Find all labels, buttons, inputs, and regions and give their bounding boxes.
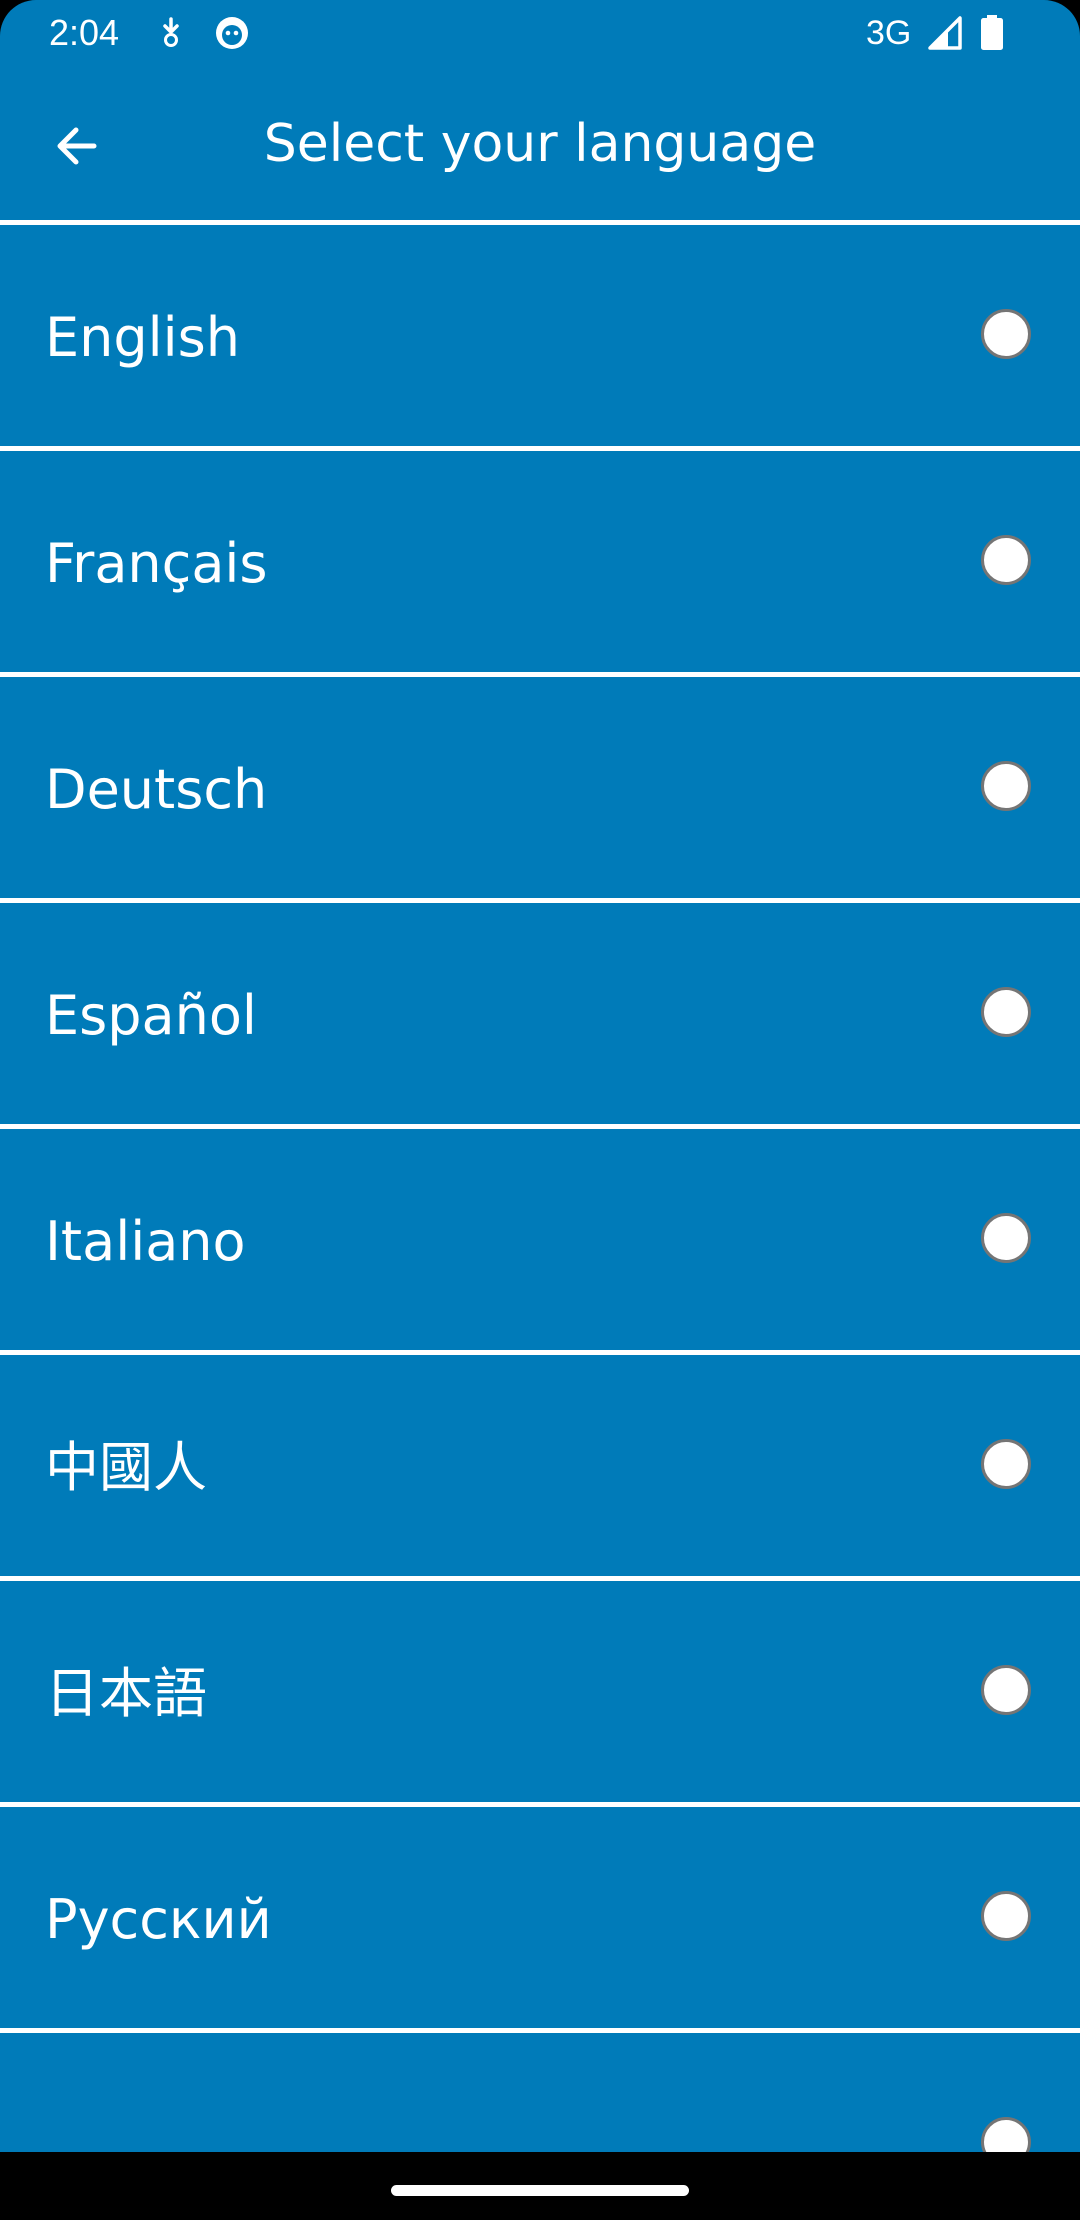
radio-button[interactable] (981, 1891, 1031, 1941)
language-label: English (45, 306, 240, 369)
language-option-deutsch[interactable]: Deutsch (0, 677, 1080, 903)
language-option-russian[interactable]: Русский (0, 1807, 1080, 2033)
navigation-bar (0, 2152, 1080, 2220)
network-type: 3G (866, 14, 912, 52)
language-label: Italiano (45, 1210, 246, 1273)
language-label: 中國人 (45, 1436, 207, 1499)
language-option-japanese[interactable]: 日本語 (0, 1581, 1080, 1807)
language-option-chinese[interactable]: 中國人 (0, 1355, 1080, 1581)
battery-icon (980, 14, 1004, 52)
radio-button[interactable] (981, 761, 1031, 811)
face-notification-icon (212, 14, 252, 52)
language-label: Deutsch (45, 758, 268, 821)
language-label: Français (45, 532, 268, 595)
radio-button[interactable] (981, 309, 1031, 359)
language-label: 日本語 (45, 1662, 207, 1725)
status-time: 2:04 (49, 12, 120, 53)
language-option-italiano[interactable]: Italiano (0, 1129, 1080, 1355)
radio-button[interactable] (981, 987, 1031, 1037)
radio-button[interactable] (981, 1665, 1031, 1715)
download-notification-icon (156, 14, 186, 52)
language-label: Русский (45, 1888, 272, 1951)
language-list: English Français Deutsch Español Italian… (0, 225, 1080, 2152)
language-label: Español (45, 984, 257, 1047)
app-bar: Select your language (0, 66, 1080, 220)
language-option-espanol[interactable]: Español (0, 903, 1080, 1129)
language-option-partial[interactable] (0, 2033, 1080, 2152)
page-title: Select your language (263, 114, 817, 174)
radio-button[interactable] (981, 1213, 1031, 1263)
language-option-english[interactable]: English (0, 225, 1080, 451)
radio-button[interactable] (981, 1439, 1031, 1489)
radio-button[interactable] (981, 535, 1031, 585)
radio-button[interactable] (981, 2117, 1031, 2152)
status-bar: 2:04 3G (0, 0, 1080, 66)
language-option-francais[interactable]: Français (0, 451, 1080, 677)
home-gesture-handle[interactable] (391, 2185, 689, 2196)
signal-icon (926, 14, 964, 52)
app-screen: 2:04 3G Select your language English Fra… (0, 0, 1080, 2152)
